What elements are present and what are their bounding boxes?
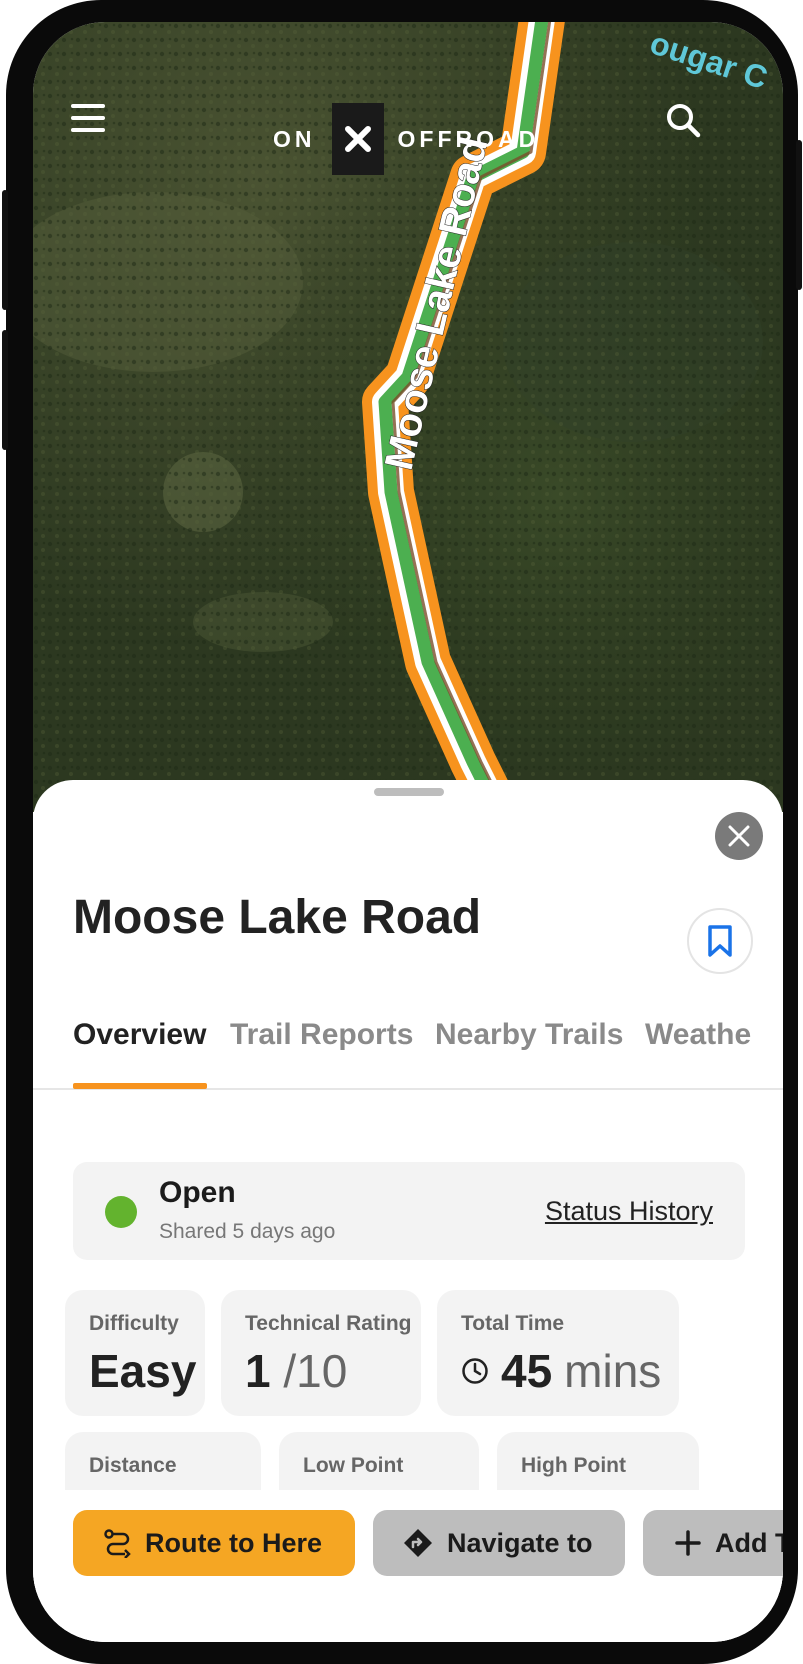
logo-x-icon xyxy=(344,126,371,152)
tab-weather[interactable]: Weathe xyxy=(645,1018,751,1052)
stat-label: Technical Rating xyxy=(245,1312,412,1335)
stat-difficulty: Difficulty Easy xyxy=(65,1290,205,1416)
status-history-link[interactable]: Status History xyxy=(545,1196,713,1227)
navigate-icon xyxy=(404,1529,432,1557)
trail-detail-sheet: Moose Lake Road Overview Trail Reports N… xyxy=(33,780,783,1642)
volume-up-button xyxy=(2,190,8,310)
route-button-label: Route to Here xyxy=(145,1527,323,1558)
action-bar: Route to Here Navigate to Add T xyxy=(33,1490,783,1642)
tab-overview[interactable]: Overview xyxy=(73,1018,206,1052)
tab-trail-reports[interactable]: Trail Reports xyxy=(230,1018,413,1052)
navigate-to-button[interactable]: Navigate to xyxy=(373,1510,625,1576)
phone-frame: ougar C Moose Lake Road ON OFFROAD Moose… xyxy=(2,0,802,1664)
close-button[interactable] xyxy=(715,812,763,860)
close-icon xyxy=(728,825,750,847)
logo-text-left: ON xyxy=(273,125,316,152)
volume-down-button xyxy=(2,330,8,450)
hamburger-menu-icon[interactable] xyxy=(71,102,105,134)
stat-label: Total Time xyxy=(461,1312,565,1335)
trail-title: Moose Lake Road xyxy=(73,891,482,944)
stat-label: Distance xyxy=(89,1454,177,1477)
detail-tabs: Overview Trail Reports Nearby Trails Wea… xyxy=(33,1018,783,1090)
stat-technical-rating: Technical Rating 1 /10 xyxy=(221,1290,421,1416)
stat-label: Low Point xyxy=(303,1454,404,1477)
clock-icon xyxy=(462,1358,488,1384)
logo-text-right: OFFROAD xyxy=(397,125,540,152)
stat-unit: mins xyxy=(564,1345,662,1397)
stat-value: 1 /10 xyxy=(245,1344,347,1398)
power-button xyxy=(796,140,802,290)
plus-icon xyxy=(675,1530,701,1556)
stat-value: 45 mins xyxy=(461,1344,661,1398)
active-tab-indicator xyxy=(73,1083,207,1089)
status-shared-time: Shared 5 days ago xyxy=(159,1220,336,1243)
stat-unit: /10 xyxy=(283,1345,348,1397)
status-indicator xyxy=(105,1196,137,1228)
bookmark-icon xyxy=(708,925,732,957)
navigate-button-label: Navigate to xyxy=(447,1527,593,1558)
route-icon xyxy=(104,1529,131,1558)
logo-x-mark xyxy=(331,103,384,175)
app-screen: ougar C Moose Lake Road ON OFFROAD Moose… xyxy=(33,22,783,1642)
trail-status-card: Open Shared 5 days ago Status History xyxy=(73,1162,745,1260)
sheet-drag-handle[interactable] xyxy=(374,788,444,796)
bookmark-button[interactable] xyxy=(687,908,753,974)
stat-number: 1 xyxy=(245,1345,271,1397)
add-button-label: Add T xyxy=(715,1527,783,1558)
status-label: Open xyxy=(159,1176,236,1209)
stat-total-time: Total Time 45 mins xyxy=(437,1290,679,1416)
tab-nearby-trails[interactable]: Nearby Trails xyxy=(435,1018,623,1052)
stat-value: Easy xyxy=(89,1345,197,1397)
onx-offroad-logo: ON OFFROAD xyxy=(273,103,573,175)
search-icon[interactable] xyxy=(665,102,701,138)
route-to-here-button[interactable]: Route to Here xyxy=(73,1510,355,1576)
stat-number: 45 xyxy=(501,1345,553,1397)
add-button[interactable]: Add T xyxy=(643,1510,783,1576)
stat-label: Difficulty xyxy=(89,1312,179,1335)
stat-label: High Point xyxy=(521,1454,626,1477)
